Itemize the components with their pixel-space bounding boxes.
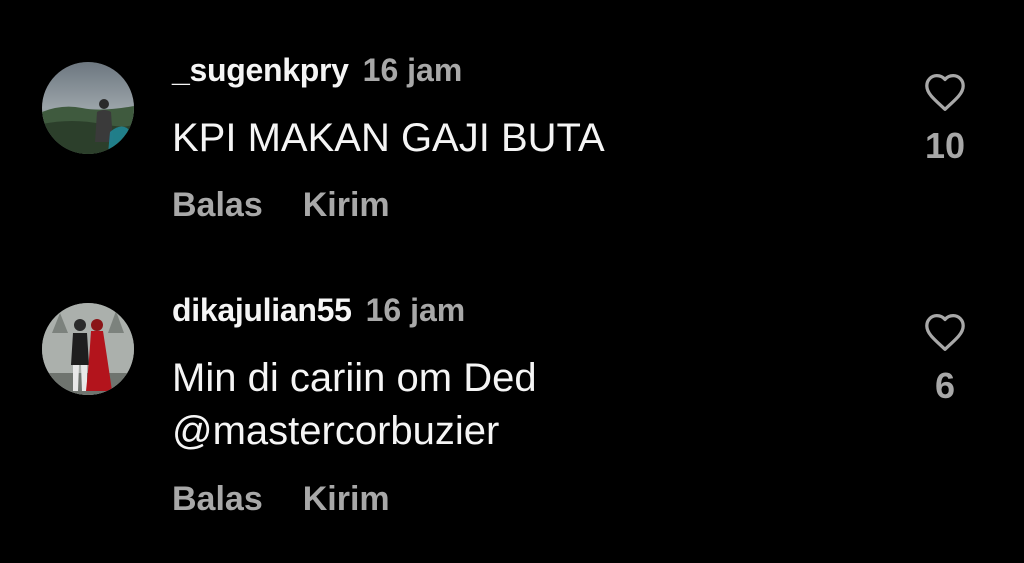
timestamp: 16 jam	[365, 292, 466, 328]
comment-text: KPI MAKAN GAJI BUTA	[172, 116, 605, 160]
comment-item: dikajulian55 16 jam Min di cariin om Ded …	[0, 260, 1024, 563]
avatar[interactable]	[42, 303, 134, 395]
comment-item: _sugenkpry 16 jam KPI MAKAN GAJI BUTA Bal…	[0, 0, 1024, 260]
comment-header: _sugenkpry 16 jam	[172, 54, 462, 86]
comment-text: Min di cariin om Ded @mastercorbuzier	[172, 356, 537, 453]
reply-button[interactable]: Balas	[172, 186, 263, 224]
heart-outline-icon[interactable]	[923, 312, 967, 352]
like-count: 6	[934, 365, 956, 406]
avatar-photo	[42, 303, 134, 395]
like-count: 10	[924, 125, 966, 166]
reply-button[interactable]: Balas	[172, 480, 263, 518]
like-control: 6	[905, 312, 985, 404]
send-button[interactable]: Kirim	[303, 186, 390, 224]
avatar-photo	[42, 62, 134, 154]
comment-actions: Balas Kirim	[172, 482, 390, 516]
comment-header: dikajulian55 16 jam	[172, 294, 465, 326]
comment-actions: Balas Kirim	[172, 188, 390, 222]
username[interactable]: _sugenkpry	[172, 52, 349, 88]
like-control: 10	[905, 72, 985, 164]
timestamp: 16 jam	[362, 52, 463, 88]
avatar[interactable]	[42, 62, 134, 154]
username[interactable]: dikajulian55	[172, 292, 352, 328]
heart-outline-icon[interactable]	[923, 72, 967, 112]
send-button[interactable]: Kirim	[303, 480, 390, 518]
